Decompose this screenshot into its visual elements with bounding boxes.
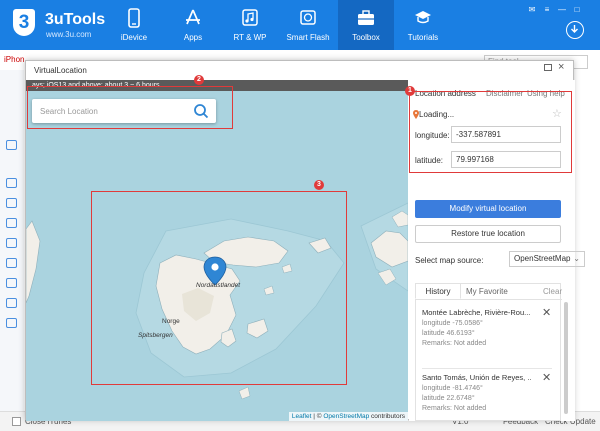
nav-smart-flash[interactable]: Smart Flash [280, 0, 336, 50]
tool-icon[interactable] [6, 238, 17, 248]
dialog-title: VirtualLocation [34, 66, 87, 75]
tool-sidebar [0, 70, 24, 411]
map-source-label: Select map source: [415, 256, 484, 265]
tool-icon[interactable] [6, 198, 17, 208]
restore-location-button[interactable]: Restore true location [415, 225, 561, 243]
modify-location-button[interactable]: Modify virtual location [415, 200, 561, 218]
tab-divider [416, 299, 562, 300]
annotation-marker-1: 1 [405, 86, 415, 96]
history-panel: History My Favorite Clear Montée Labrèch… [415, 283, 562, 421]
delete-history-icon[interactable]: ✕ [542, 306, 551, 319]
history-separator [422, 368, 552, 369]
history-item-title: Santo Tomás, Unión de Reyes, ... [422, 373, 532, 382]
history-item-latitude: latitude 22.6748° [422, 395, 475, 402]
phone-icon [128, 8, 140, 28]
nav-apps-label: Apps [183, 33, 203, 42]
window-controls: ✉ ≡ — □ [526, 4, 596, 14]
app-name: 3uTools [45, 11, 106, 28]
nav-toolbox[interactable]: Toolbox [338, 0, 394, 50]
minimize-icon[interactable]: — [556, 5, 568, 15]
nav-rt-wp[interactable]: RT & WP [222, 0, 278, 50]
island-bjornoya [238, 386, 251, 400]
tool-icon[interactable] [6, 298, 17, 308]
download-button[interactable] [566, 21, 584, 39]
tab-my-favorite[interactable]: My Favorite [466, 287, 508, 296]
music-icon [242, 9, 258, 26]
history-item-latitude: latitude 46.6193° [422, 330, 475, 337]
app-url: www.3u.com [46, 30, 92, 39]
nav-tutorials[interactable]: Tutorials [395, 0, 451, 50]
history-item-remarks: Remarks: Not added [422, 340, 487, 347]
chevron-down-icon: ⌄ [573, 254, 580, 263]
map-source-value: OpenStreetMap [514, 254, 571, 263]
map-attribution: Leaflet | © OpenStreetMap contributors [288, 412, 408, 421]
delete-history-icon[interactable]: ✕ [542, 371, 551, 384]
history-item-longitude: longitude -75.0586° [422, 320, 483, 327]
attribution-separator: | © [311, 413, 324, 420]
nav-apps[interactable]: Apps [165, 0, 221, 50]
maximize-icon[interactable] [544, 64, 552, 71]
annotation-marker-3: 3 [314, 180, 324, 190]
menu-icon[interactable]: ≡ [541, 5, 553, 15]
attribution-suffix: contributors [369, 413, 405, 420]
history-scrollbar[interactable] [564, 302, 568, 414]
history-item-remarks: Remarks: Not added [422, 405, 487, 412]
maximize-icon[interactable]: □ [571, 5, 583, 15]
app-store-icon [186, 9, 200, 25]
annotation-box-coordinates [409, 91, 572, 173]
graduation-cap-icon [415, 11, 431, 24]
history-item[interactable]: Santo Tomás, Unión de Reyes, ... longitu… [422, 371, 552, 412]
tool-icon[interactable] [6, 278, 17, 288]
annotation-box-search [27, 86, 233, 129]
device-tab[interactable]: iPhon [0, 50, 24, 70]
tool-icon[interactable] [6, 178, 17, 188]
history-item-title: Montée Labrèche, Rivière-Rou... [422, 308, 531, 317]
tool-icon[interactable] [6, 258, 17, 268]
tool-icon[interactable] [6, 318, 17, 328]
download-icon [571, 25, 578, 33]
greenland-coast [26, 220, 41, 304]
openstreetmap-link[interactable]: OpenStreetMap [323, 413, 369, 420]
close-itunes-checkbox[interactable] [12, 417, 21, 426]
tool-icon[interactable] [6, 140, 17, 150]
history-item[interactable]: Montée Labrèche, Rivière-Rou... longitud… [422, 306, 552, 347]
nav-toolbox-label: Toolbox [352, 33, 380, 42]
mail-icon[interactable]: ✉ [526, 5, 538, 15]
nav-idevice-label: iDevice [120, 33, 148, 42]
tab-history[interactable]: History [415, 283, 461, 299]
clear-history-button[interactable]: Clear [543, 287, 562, 296]
nav-idevice[interactable]: iDevice [106, 0, 162, 50]
app-header: 3 3uTools www.3u.com iDevice Apps RT & W… [0, 0, 600, 50]
flash-icon [300, 10, 316, 25]
close-icon[interactable]: × [558, 61, 564, 73]
app-logo: 3 [13, 9, 35, 36]
leaflet-link[interactable]: Leaflet [292, 413, 312, 420]
map-source-select[interactable]: OpenStreetMap ⌄ [509, 251, 585, 267]
nav-tutorials-label: Tutorials [407, 33, 439, 42]
annotation-box-map [91, 191, 347, 385]
nav-rt-wp-label: RT & WP [233, 33, 267, 42]
toolbox-icon [358, 10, 374, 25]
annotation-marker-2: 2 [194, 75, 204, 85]
nav-smart-flash-label: Smart Flash [286, 33, 330, 42]
tool-icon[interactable] [6, 218, 17, 228]
history-item-longitude: longitude -81.4746° [422, 385, 483, 392]
